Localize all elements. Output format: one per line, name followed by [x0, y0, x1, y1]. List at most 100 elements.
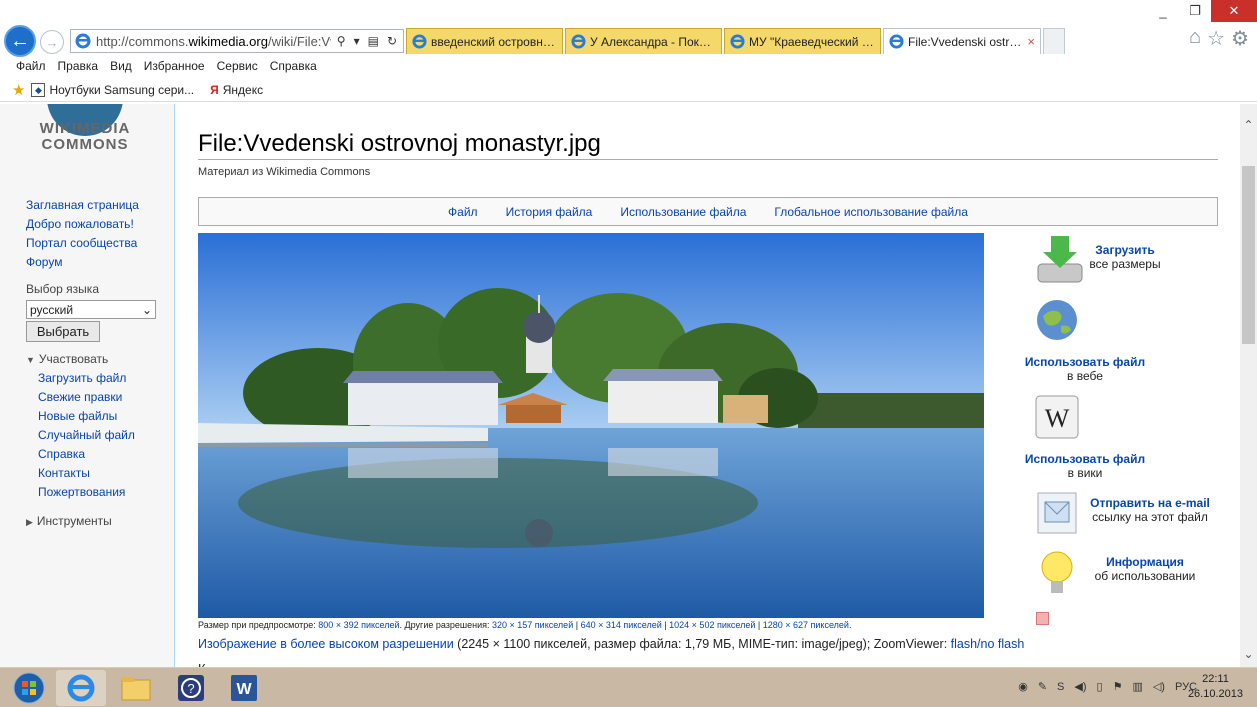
menu-item[interactable]: Файл	[16, 59, 46, 73]
back-arrow-icon: ←	[10, 29, 30, 52]
tools-section-toggle[interactable]: ▶ Инструменты	[26, 514, 166, 533]
wikipedia-icon: W	[1035, 395, 1079, 439]
clock[interactable]: 22:11 26.10.2013	[1188, 672, 1243, 702]
download-icon[interactable]	[1030, 234, 1090, 290]
resolution-link[interactable]: 320 × 157 пикселей	[492, 620, 573, 630]
language-select[interactable]: русский ⌄	[26, 300, 156, 319]
favorite-samsung[interactable]: ◆ Ноутбуки Samsung сери...	[31, 82, 194, 97]
globe-icon	[1035, 298, 1079, 342]
maximize-button[interactable]: ❐	[1179, 0, 1211, 22]
search-icon[interactable]: ⚲	[337, 34, 346, 48]
triangle-right-icon: ▶	[26, 517, 33, 527]
signal-icon[interactable]: ▥	[1132, 680, 1142, 693]
browser-tab[interactable]: File:Vvedenski ostro... ×	[883, 28, 1041, 54]
menu-item[interactable]: Справка	[270, 59, 317, 73]
ie-page-icon	[412, 34, 427, 49]
tray-tool-icon[interactable]: ✎	[1038, 680, 1047, 693]
action-email[interactable]: Отправить на e-mail ссылку на этот файл	[1085, 496, 1215, 524]
action-use-web[interactable]: Использовать файл в вебе	[1015, 355, 1155, 383]
title-divider	[198, 159, 1218, 160]
close-window-button[interactable]: ✕	[1211, 0, 1257, 22]
zoomviewer-link[interactable]: flash/no flash	[951, 637, 1025, 651]
sidebar-participate-link[interactable]: Свежие правки	[26, 390, 166, 409]
internet-explorer-icon[interactable]	[56, 670, 106, 706]
speaker-icon[interactable]: ◁)	[1153, 680, 1165, 693]
sidebar-participate-link[interactable]: Случайный файл	[26, 428, 166, 447]
favorites-icon[interactable]: ★	[12, 81, 25, 99]
sidebar-participate-link[interactable]: Справка	[26, 447, 166, 466]
page-title: File:Vvedenski ostrovnoj monastyr.jpg	[198, 130, 601, 157]
address-url[interactable]: http://commons.wikimedia.org/wiki/File:V…	[96, 34, 331, 49]
scroll-down-icon[interactable]: ⌄	[1240, 647, 1257, 661]
forward-arrow-icon: →	[45, 34, 59, 50]
network-app-icon[interactable]: ◉	[1018, 680, 1028, 693]
menu-item[interactable]: Вид	[110, 59, 132, 73]
participate-links: Загрузить файл Свежие правки Новые файлы Сл…	[26, 371, 166, 504]
triangle-down-icon: ▼	[26, 355, 35, 365]
file-tab[interactable]: Глобальное использование файла	[774, 205, 968, 219]
favorite-yandex[interactable]: Я Яндекс	[210, 83, 263, 97]
battery-icon[interactable]: ▯	[1097, 680, 1103, 693]
monastery-photo[interactable]	[198, 233, 984, 618]
preview-size-link[interactable]: 800 × 392 пикселей	[318, 620, 399, 630]
file-explorer-icon[interactable]	[111, 670, 161, 706]
resolution-link[interactable]: 640 × 314 пикселей	[581, 620, 662, 630]
language-submit-button[interactable]: Выбрать	[26, 321, 100, 342]
participate-section-toggle[interactable]: ▼ Участвовать	[26, 352, 166, 371]
help-icon[interactable]: ?	[166, 670, 216, 706]
tab-close-icon[interactable]: ×	[1027, 34, 1035, 49]
window-controls: _ ❐ ✕	[1147, 0, 1257, 22]
word-icon[interactable]: W	[219, 670, 269, 706]
menu-item[interactable]: Избранное	[144, 59, 205, 73]
toolbar-icons: ⌂ ☆ ⚙	[1189, 26, 1249, 51]
favorites-bar: ★ ◆ Ноутбуки Samsung сери... Я Яндекс	[0, 78, 1257, 102]
home-icon[interactable]: ⌂	[1189, 26, 1201, 51]
minimize-button[interactable]: _	[1147, 0, 1179, 22]
file-tab[interactable]: Использование файла	[620, 205, 746, 219]
browser-tab[interactable]: МУ "Краеведческий м...	[724, 28, 881, 54]
sidebar-nav-link[interactable]: Портал сообщества	[26, 236, 166, 255]
sidebar-participate-link[interactable]: Пожертвования	[26, 485, 166, 504]
email-icon	[1037, 492, 1077, 534]
file-tab[interactable]: Файл	[448, 205, 478, 219]
hires-link[interactable]: Изображение в более высоком разрешении	[198, 637, 454, 651]
skype-icon[interactable]: S	[1057, 681, 1064, 693]
resolution-link[interactable]: 1024 × 502 пикселей	[669, 620, 755, 630]
vertical-scrollbar[interactable]: ⌃ ⌄	[1240, 104, 1257, 667]
action-info[interactable]: Информация об использовании	[1085, 555, 1205, 583]
action-center-flag-icon[interactable]: ⚑	[1113, 680, 1123, 693]
sidebar-participate-link[interactable]: Загрузить файл	[26, 371, 166, 390]
action-use-wiki[interactable]: Использовать файл в вики	[1015, 452, 1155, 480]
browser-tab[interactable]: У Александра - Покро...	[565, 28, 722, 54]
resolution-link[interactable]: 1280 × 627 пикселей	[763, 620, 849, 630]
favorites-star-icon[interactable]: ☆	[1207, 26, 1225, 51]
scroll-up-icon[interactable]: ⌃	[1240, 118, 1257, 132]
wikimedia-commons-logo[interactable]: WIKIMEDIA COMMONS	[30, 104, 140, 184]
compatibility-icon[interactable]: ▤	[368, 34, 379, 48]
sidebar-participate-link[interactable]: Новые файлы	[26, 409, 166, 428]
start-orb-icon[interactable]	[4, 670, 54, 706]
volume-icon[interactable]: ◀)	[1074, 680, 1086, 693]
menu-item[interactable]: Правка	[58, 59, 99, 73]
forward-button[interactable]: →	[40, 30, 64, 54]
sidebar-nav-link[interactable]: Заглавная страница	[26, 198, 166, 217]
ie-page-icon	[730, 34, 745, 49]
samsung-icon: ◆	[31, 82, 46, 97]
dropdown-icon[interactable]: ▾	[354, 34, 360, 48]
address-bar[interactable]: http://commons.wikimedia.org/wiki/File:V…	[70, 29, 404, 53]
browser-tab[interactable]: введенский островно...	[406, 28, 563, 54]
ie-page-icon	[889, 34, 904, 49]
scroll-thumb[interactable]	[1242, 166, 1255, 344]
menu-item[interactable]: Сервис	[217, 59, 258, 73]
refresh-icon[interactable]: ↻	[387, 34, 397, 48]
file-tabs: Файл История файла Использование файла Глоб…	[198, 197, 1218, 226]
back-button[interactable]: ←	[4, 25, 36, 57]
settings-gear-icon[interactable]: ⚙	[1231, 26, 1249, 51]
sidebar-nav-link[interactable]: Форум	[26, 255, 166, 274]
sidebar-nav-link[interactable]: Добро пожаловать!	[26, 217, 166, 236]
sidebar-nav: Заглавная страница Добро пожаловать! Порта…	[26, 198, 166, 274]
sidebar-participate-link[interactable]: Контакты	[26, 466, 166, 485]
action-download[interactable]: Загрузить все размеры	[1085, 243, 1165, 271]
new-tab-button[interactable]	[1043, 28, 1065, 54]
file-tab[interactable]: История файла	[506, 205, 593, 219]
